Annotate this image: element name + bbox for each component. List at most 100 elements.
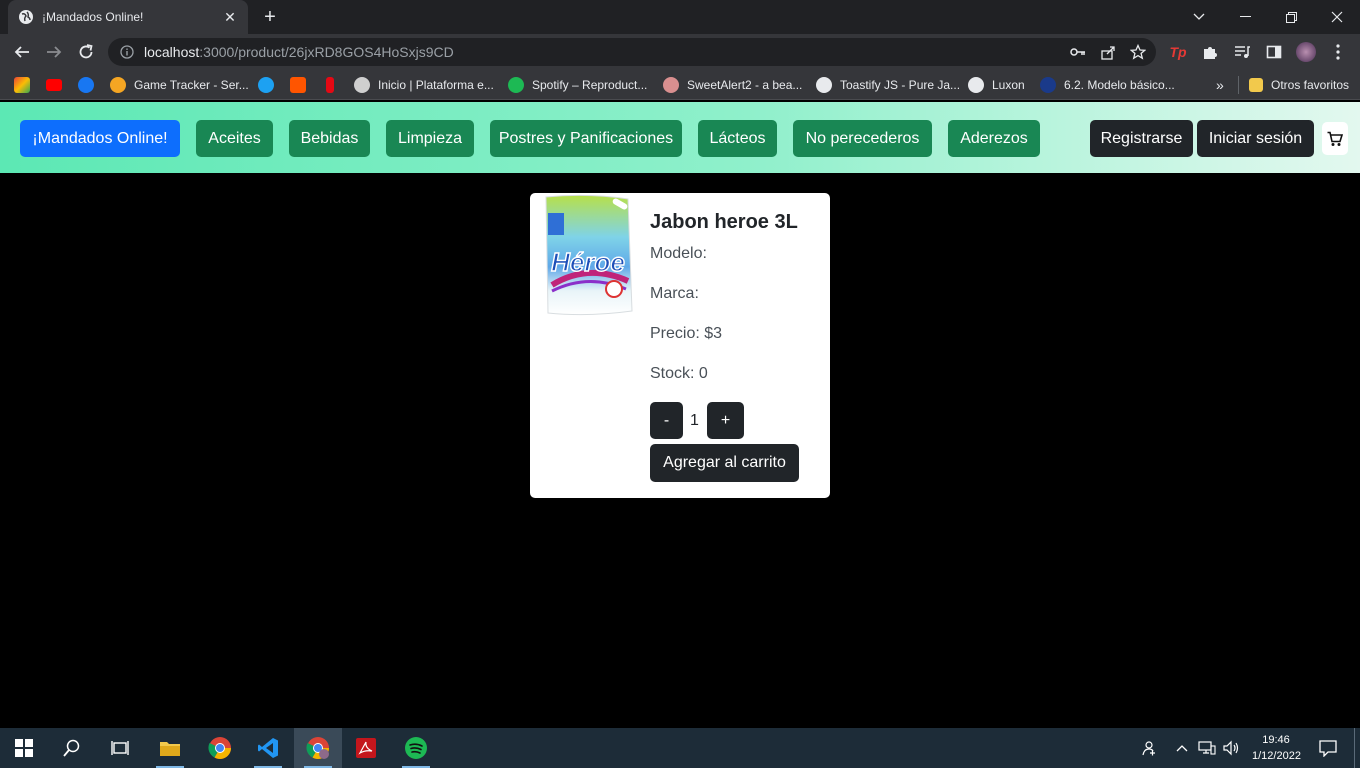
bookmark-toastify[interactable]: Toastify JS - Pure Ja... (816, 76, 960, 94)
volume-icon[interactable] (1220, 728, 1242, 768)
windows-logo-icon (15, 739, 33, 757)
people-icon[interactable] (1136, 728, 1160, 768)
bookmark-facebook[interactable] (78, 76, 102, 94)
category-bebidas[interactable]: Bebidas (289, 120, 370, 157)
reload-icon[interactable] (74, 40, 98, 64)
tab-title: ¡Mandados Online! (42, 10, 144, 24)
address-bar[interactable]: localhost:3000/product/26jxRD8GOS4HoSxjs… (108, 38, 1156, 66)
bookmark-platform[interactable]: Inicio | Plataforma e... (354, 76, 494, 94)
notifications-icon[interactable] (1314, 728, 1342, 768)
product-stock: Stock: 0 (650, 365, 708, 382)
browser-tab-bar: ¡Mandados Online! ✕ + (0, 0, 1360, 34)
add-to-cart-button[interactable]: Agregar al carrito (650, 444, 799, 482)
back-icon[interactable] (10, 40, 34, 64)
bookmark-modelo[interactable]: 6.2. Modelo básico... (1040, 76, 1175, 94)
tp-extension-icon[interactable]: Tp (1168, 42, 1188, 62)
bookmark-luxon[interactable]: Luxon (968, 76, 1025, 94)
search-button[interactable] (48, 728, 96, 768)
profile-avatar[interactable] (1296, 42, 1316, 62)
system-clock[interactable]: 19:46 1/12/2022 (1252, 732, 1301, 764)
bookmark-label: Game Tracker - Ser... (134, 78, 249, 92)
netflix-icon (326, 77, 334, 93)
bookmark-gmail[interactable] (14, 76, 38, 94)
category-postres[interactable]: Postres y Panificaciones (490, 120, 682, 157)
gametracker-icon (110, 77, 126, 93)
network-icon[interactable] (1196, 728, 1218, 768)
bookmark-soundcloud[interactable] (290, 76, 314, 94)
globe-icon (816, 77, 832, 93)
browser-tab[interactable]: ¡Mandados Online! ✕ (8, 0, 248, 34)
bookmark-game-tracker[interactable]: Game Tracker - Ser... (110, 76, 249, 94)
bookmark-label: Spotify – Reproduct... (532, 78, 648, 92)
page-content: ¡Mandados Online! Aceites Bebidas Limpie… (0, 102, 1360, 728)
side-panel-icon[interactable] (1264, 42, 1284, 62)
cart-icon (1327, 131, 1343, 146)
vscode-icon (258, 738, 278, 758)
doc-icon (1040, 77, 1056, 93)
bookmark-twitter[interactable] (258, 76, 282, 94)
start-button[interactable] (0, 728, 48, 768)
twitter-icon (258, 77, 274, 93)
spotify-button[interactable] (392, 728, 440, 768)
spotify-icon (405, 737, 427, 759)
share-icon[interactable] (1100, 44, 1116, 60)
quantity-increment-button[interactable]: + (707, 402, 744, 439)
product-title: Jabon heroe 3L (650, 211, 798, 233)
tab-search-icon[interactable] (1176, 0, 1222, 34)
bookmark-netflix[interactable] (322, 76, 342, 94)
menu-icon[interactable] (1328, 42, 1348, 62)
site-navbar: ¡Mandados Online! Aceites Bebidas Limpie… (0, 102, 1360, 173)
acrobat-button[interactable] (342, 728, 390, 768)
bookmark-youtube[interactable] (46, 76, 70, 94)
globe-icon (19, 10, 33, 24)
tray-chevron-icon[interactable] (1172, 728, 1192, 768)
file-explorer-button[interactable] (146, 728, 194, 768)
bookmark-label: SweetAlert2 - a bea... (687, 78, 803, 92)
product-model: Modelo: (650, 245, 707, 262)
restore-icon[interactable] (1268, 0, 1314, 34)
quantity-decrement-button[interactable]: - (650, 402, 683, 439)
folder-icon (1249, 78, 1263, 92)
register-button[interactable]: Registrarse (1090, 120, 1193, 157)
vscode-button[interactable] (244, 728, 292, 768)
bookmarks-bar: Game Tracker - Ser... Inicio | Plataform… (0, 70, 1360, 100)
key-icon[interactable] (1070, 44, 1086, 60)
bookmark-spotify[interactable]: Spotify – Reproduct... (508, 76, 647, 94)
product-image: Héroe (545, 194, 633, 316)
minimize-icon[interactable] (1222, 0, 1268, 34)
close-window-icon[interactable] (1314, 0, 1360, 34)
task-view-button[interactable] (96, 728, 144, 768)
product-card: Héroe Jabon heroe 3L Modelo: Marca: Prec… (530, 193, 830, 498)
category-aceites[interactable]: Aceites (196, 120, 273, 157)
category-lacteos[interactable]: Lácteos (698, 120, 777, 157)
windows-taskbar: 19:46 1/12/2022 (0, 728, 1360, 768)
tab-close-icon[interactable]: ✕ (222, 9, 238, 25)
brand-button[interactable]: ¡Mandados Online! (20, 120, 180, 157)
chrome-profile-button[interactable] (294, 728, 342, 768)
bookmarks-overflow-button[interactable]: » (1216, 76, 1224, 94)
task-view-icon (111, 741, 129, 755)
info-icon[interactable] (120, 45, 134, 59)
gmail-icon (14, 77, 30, 93)
globe-icon (968, 77, 984, 93)
login-button[interactable]: Iniciar sesión (1197, 120, 1314, 157)
category-no-perecederos[interactable]: No perecederos (793, 120, 932, 157)
cart-button[interactable] (1322, 122, 1348, 155)
browser-toolbar: localhost:3000/product/26jxRD8GOS4HoSxjs… (0, 34, 1360, 70)
sweetalert-icon (663, 77, 679, 93)
forward-icon[interactable] (42, 40, 66, 64)
chrome-icon (208, 737, 231, 759)
new-tab-button[interactable]: + (258, 6, 282, 28)
chrome-button[interactable] (196, 728, 244, 768)
other-bookmarks[interactable]: Otros favoritos (1238, 76, 1349, 94)
star-icon[interactable] (1130, 44, 1146, 60)
category-limpieza[interactable]: Limpieza (386, 120, 474, 157)
puzzle-icon[interactable] (1200, 42, 1220, 62)
bookmark-sweetalert[interactable]: SweetAlert2 - a bea... (663, 76, 802, 94)
soundcloud-icon (290, 77, 306, 93)
category-aderezos[interactable]: Aderezos (948, 120, 1040, 157)
show-desktop-divider[interactable] (1354, 728, 1355, 768)
product-image-brand-text: Héroe (551, 247, 625, 277)
clock-time: 19:46 (1262, 734, 1290, 746)
media-control-icon[interactable] (1232, 42, 1252, 62)
